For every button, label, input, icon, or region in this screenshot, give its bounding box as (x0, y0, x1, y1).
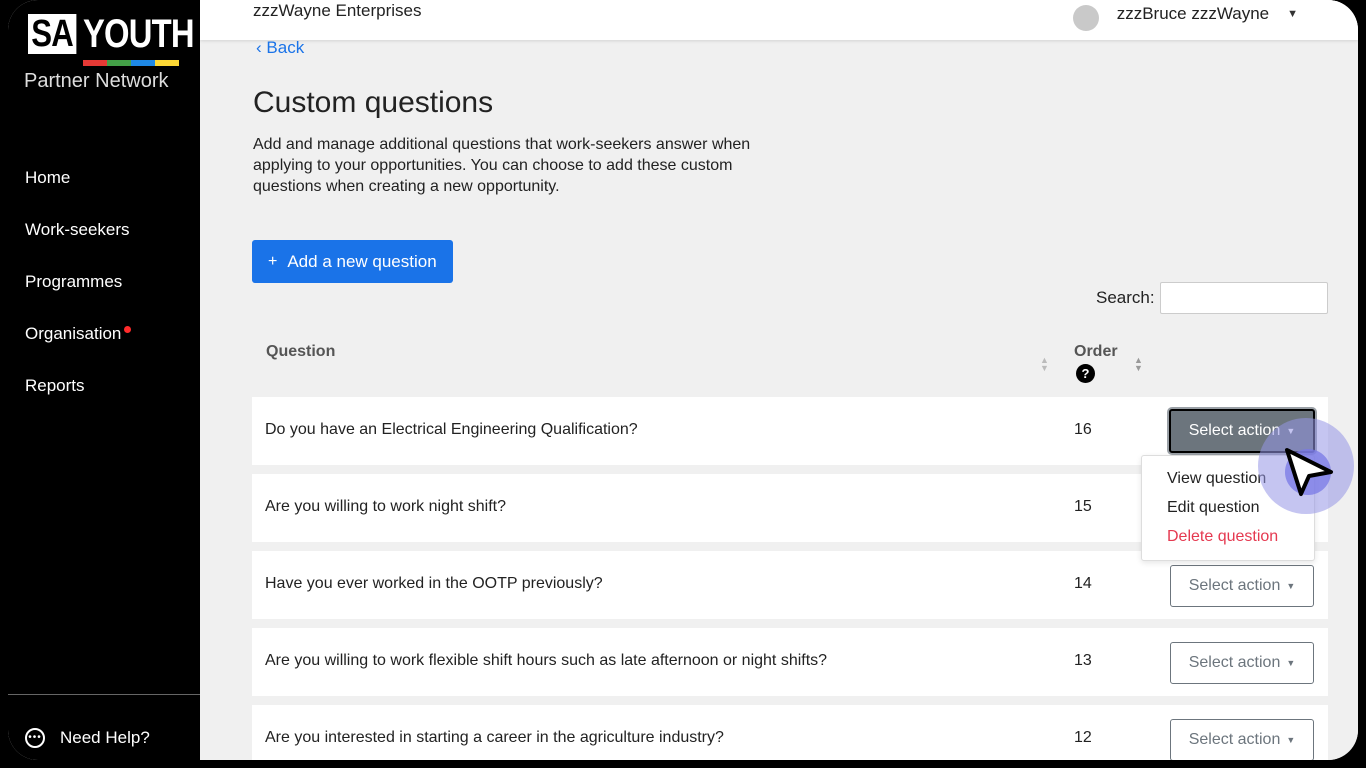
user-name: zzzBruce zzzWayne (1116, 4, 1270, 23)
sidebar-item-work-seekers[interactable]: Work-seekers (25, 204, 131, 256)
search-label: Search: (1096, 288, 1155, 307)
user-menu[interactable]: zzzBruce zzzWayne ▼ (1072, 1, 1298, 31)
search-input[interactable] (1160, 282, 1328, 314)
caret-down-icon: ▼ (1286, 658, 1296, 668)
order-value: 15 (1074, 498, 1092, 515)
help-icon[interactable]: ? (1076, 364, 1095, 383)
add-question-label: Add a new question (287, 251, 437, 271)
order-value: 13 (1074, 652, 1092, 669)
sidebar: SA YOUTH Partner Network Home Work-seeke… (8, 0, 200, 760)
menu-item-delete-question[interactable]: Delete question (1167, 528, 1278, 546)
logo: SA YOUTH Partner Network (24, 12, 218, 93)
topbar: zzzWayne Enterprises zzzBruce zzzWayne ▼ (200, 0, 1358, 40)
logo-subtitle: Partner Network (24, 70, 169, 92)
main-content: zzzWayne Enterprises zzzBruce zzzWayne ▼… (200, 0, 1358, 760)
sidebar-item-label: Programmes (25, 272, 123, 291)
back-label: Back (266, 38, 305, 57)
chevron-left-icon: ‹ (256, 38, 262, 57)
table-row: Have you ever worked in the OOTP previou… (252, 551, 1328, 619)
app-screen: SA YOUTH Partner Network Home Work-seeke… (8, 0, 1358, 760)
device-frame: SA YOUTH Partner Network Home Work-seeke… (0, 0, 1366, 768)
question-text: Are you willing to work flexible shift h… (265, 652, 828, 669)
menu-item-edit-question[interactable]: Edit question (1167, 499, 1260, 517)
back-link[interactable]: ‹ Back (256, 38, 304, 58)
sidebar-divider (8, 694, 200, 695)
menu-item-view-question[interactable]: View question (1167, 470, 1266, 488)
select-action-label: Select action (1188, 654, 1281, 671)
column-header-question[interactable]: Question (266, 343, 335, 361)
page-title: Custom questions (253, 86, 494, 119)
logo-sa-text: SA (28, 14, 77, 54)
sidebar-item-label: Home (25, 168, 71, 187)
question-text: Do you have an Electrical Engineering Qu… (265, 421, 638, 438)
select-action-label: Select action (1188, 577, 1281, 594)
sidebar-item-label: Reports (25, 376, 85, 395)
order-value: 16 (1074, 421, 1092, 438)
organisation-name: zzzWayne Enterprises (253, 1, 422, 20)
logo-youth-text: YOUTH (82, 12, 195, 56)
sidebar-item-organisation[interactable]: Organisation (25, 308, 132, 360)
add-question-button[interactable]: + Add a new question (252, 240, 453, 283)
sidebar-item-label: Organisation (25, 324, 122, 343)
table-row: Are you willing to work flexible shift h… (252, 628, 1328, 696)
caret-down-icon: ▼ (1286, 735, 1296, 745)
sidebar-item-reports[interactable]: Reports (25, 360, 131, 412)
table-row: Are you interested in starting a career … (252, 705, 1328, 760)
sort-icon[interactable]: ▲ ▼ (1134, 356, 1143, 373)
need-help-label: Need Help? (60, 728, 150, 747)
sort-icon[interactable]: ▲ ▼ (1040, 356, 1049, 373)
select-action-button[interactable]: Select action ▼ (1170, 719, 1314, 760)
sidebar-item-programmes[interactable]: Programmes (25, 256, 131, 308)
need-help-button[interactable]: ••• Need Help? (25, 728, 150, 748)
notification-dot (124, 325, 132, 333)
sidebar-item-home[interactable]: Home (25, 152, 131, 204)
sidebar-nav: Home Work-seekers Programmes Organisatio… (25, 152, 132, 412)
plus-icon: + (268, 252, 278, 270)
order-value: 14 (1074, 575, 1092, 592)
select-action-label: Select action (1188, 731, 1281, 748)
chevron-down-icon: ▼ (1287, 8, 1298, 20)
select-action-button[interactable]: Select action ▼ (1170, 565, 1314, 607)
question-text: Have you ever worked in the OOTP previou… (265, 575, 603, 592)
avatar (1072, 5, 1099, 31)
caret-down-icon: ▼ (1286, 581, 1296, 591)
sidebar-item-label: Work-seekers (25, 220, 130, 239)
cursor-arrow-icon (1285, 448, 1333, 496)
logo-stripe (83, 60, 179, 66)
chat-bubble-icon: ••• (25, 728, 45, 748)
page-description: Add and manage additional questions that… (253, 136, 751, 195)
order-value: 12 (1074, 729, 1092, 746)
question-text: Are you interested in starting a career … (265, 729, 724, 746)
column-header-order[interactable]: Order (1074, 343, 1118, 361)
select-action-button[interactable]: Select action ▼ (1170, 642, 1314, 684)
question-text: Are you willing to work night shift? (265, 498, 506, 515)
